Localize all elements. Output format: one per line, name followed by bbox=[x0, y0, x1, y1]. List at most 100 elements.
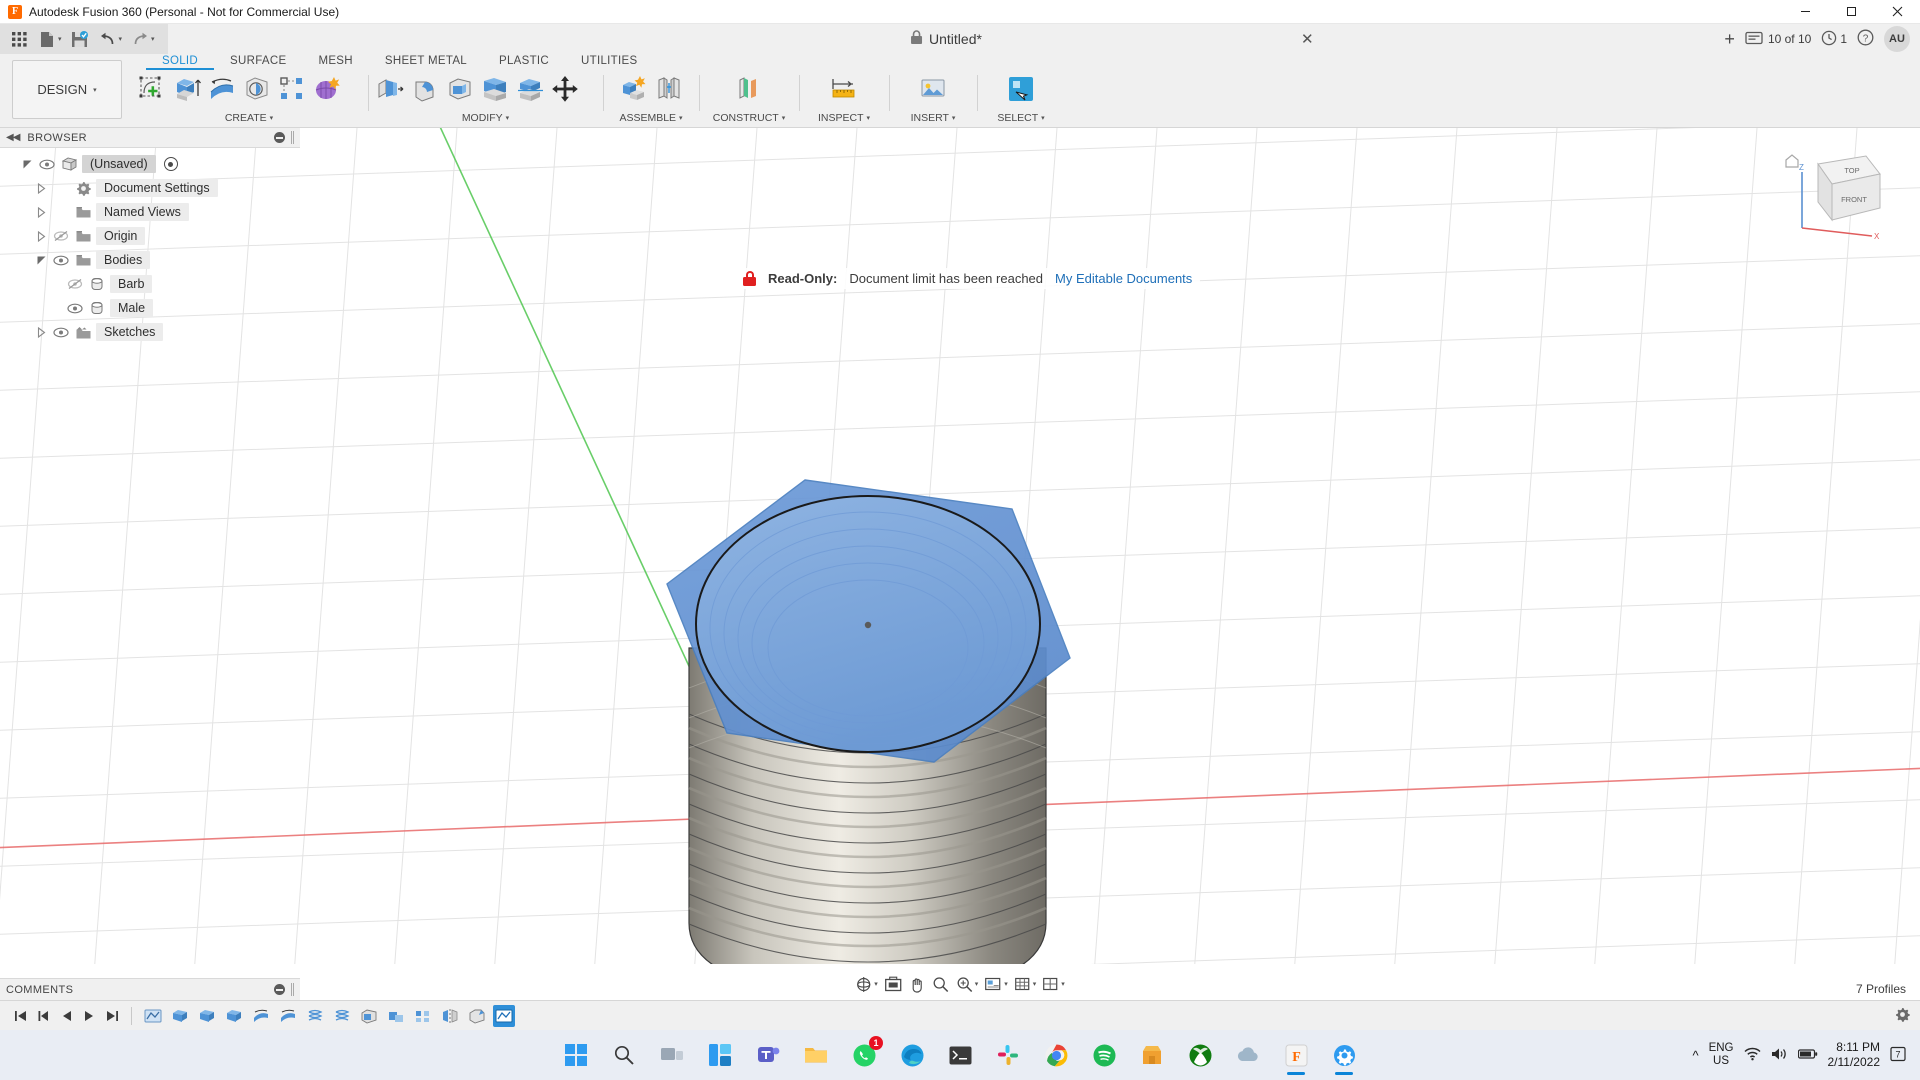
ribbon-tab-sheet-metal[interactable]: SHEET METAL bbox=[369, 54, 483, 68]
comments-panel-header[interactable]: COMMENTS bbox=[0, 978, 300, 1000]
timeline-feature-shell[interactable] bbox=[358, 1005, 380, 1027]
insert-mcmaster-icon[interactable] bbox=[916, 72, 950, 106]
redo-icon[interactable] bbox=[127, 27, 153, 51]
panel-resize-grip[interactable] bbox=[291, 131, 294, 144]
notifications-button[interactable]: 1 bbox=[1821, 30, 1847, 49]
orbit-icon[interactable]: ▾ bbox=[853, 972, 880, 996]
sweep-icon[interactable] bbox=[240, 72, 274, 106]
search-icon[interactable] bbox=[602, 1033, 646, 1077]
grid-caret-icon[interactable]: ▾ bbox=[1033, 980, 1037, 988]
ribbon-group-construct-label[interactable]: CONSTRUCT ▾ bbox=[699, 112, 799, 127]
edge-icon[interactable] bbox=[890, 1033, 934, 1077]
my-editable-documents-link[interactable]: My Editable Documents bbox=[1055, 271, 1192, 286]
timeline-feature-sketch[interactable] bbox=[142, 1005, 164, 1027]
visibility-eye-hidden-icon[interactable] bbox=[52, 229, 70, 243]
workspace-switcher[interactable]: DESIGN ▾ bbox=[12, 60, 122, 119]
visibility-eye-icon[interactable] bbox=[38, 157, 56, 171]
zoom-window-icon[interactable]: ▾ bbox=[954, 972, 981, 996]
ribbon-group-inspect-label[interactable]: INSPECT ▾ bbox=[799, 112, 889, 127]
help-icon[interactable]: ? bbox=[1857, 29, 1874, 49]
timeline-feature-coil-2[interactable] bbox=[331, 1005, 353, 1027]
skip-start-icon[interactable] bbox=[10, 1005, 30, 1027]
tree-item-named-views[interactable]: Named Views bbox=[0, 200, 300, 224]
timeline-feature-chamfer[interactable] bbox=[466, 1005, 488, 1027]
create-sketch-icon[interactable] bbox=[135, 72, 169, 106]
visibility-eye-icon[interactable] bbox=[52, 325, 70, 339]
step-back-icon[interactable] bbox=[33, 1005, 53, 1027]
select-icon[interactable] bbox=[1004, 72, 1038, 106]
new-document-caret-icon[interactable]: ▾ bbox=[58, 35, 62, 43]
play-forward-icon[interactable] bbox=[79, 1005, 99, 1027]
collapse-left-icon[interactable]: ◀◀ bbox=[6, 132, 19, 143]
play-back-icon[interactable] bbox=[56, 1005, 76, 1027]
tab-close-icon[interactable]: ✕ bbox=[1301, 30, 1314, 48]
timeline-feature-pattern[interactable] bbox=[412, 1005, 434, 1027]
tree-item-document-settings[interactable]: Document Settings bbox=[0, 176, 300, 200]
panel-resize-grip[interactable] bbox=[291, 983, 294, 996]
tray-chevron-up-icon[interactable]: ^ bbox=[1692, 1048, 1698, 1063]
expand-triangle-closed-icon[interactable] bbox=[34, 181, 48, 195]
expand-triangle-closed-icon[interactable] bbox=[34, 325, 48, 339]
move-copy-icon[interactable] bbox=[548, 72, 582, 106]
task-view-icon[interactable] bbox=[650, 1033, 694, 1077]
fit-icon[interactable] bbox=[882, 972, 904, 996]
ribbon-tab-solid[interactable]: SOLID bbox=[146, 54, 214, 70]
slack-icon[interactable] bbox=[986, 1033, 1030, 1077]
document-tab[interactable]: Untitled* bbox=[910, 30, 982, 48]
grid-snap-icon[interactable]: ▾ bbox=[1012, 972, 1039, 996]
new-document-icon[interactable] bbox=[34, 27, 60, 51]
minus-circle-icon[interactable] bbox=[274, 984, 285, 995]
expand-triangle-closed-icon[interactable] bbox=[34, 205, 48, 219]
shell-icon[interactable] bbox=[443, 72, 477, 106]
visibility-eye-icon[interactable] bbox=[66, 301, 84, 315]
extrude-icon[interactable] bbox=[170, 72, 204, 106]
ribbon-tab-plastic[interactable]: PLASTIC bbox=[483, 54, 565, 68]
activate-component-icon[interactable] bbox=[164, 157, 178, 171]
timeline-feature-coil-1[interactable] bbox=[304, 1005, 326, 1027]
start-icon[interactable] bbox=[554, 1033, 598, 1077]
battery-icon[interactable] bbox=[1798, 1048, 1818, 1063]
pattern-icon[interactable] bbox=[275, 72, 309, 106]
document-count[interactable]: 10 of 10 bbox=[1745, 31, 1811, 48]
ribbon-group-select-label[interactable]: SELECT ▾ bbox=[977, 112, 1065, 127]
terminal-icon[interactable] bbox=[938, 1033, 982, 1077]
undo-icon[interactable] bbox=[95, 27, 121, 51]
orbit-caret-icon[interactable]: ▾ bbox=[874, 980, 878, 988]
tree-item-origin[interactable]: Origin bbox=[0, 224, 300, 248]
viewports-icon[interactable]: ▾ bbox=[1040, 972, 1067, 996]
minimize-button[interactable] bbox=[1782, 0, 1828, 24]
file-explorer-icon[interactable] bbox=[794, 1033, 838, 1077]
ribbon-group-create-label[interactable]: CREATE ▾ bbox=[130, 112, 368, 127]
cloud-icon[interactable] bbox=[1226, 1033, 1270, 1077]
chrome-icon[interactable] bbox=[1034, 1033, 1078, 1077]
whatsapp-icon[interactable]: 1 bbox=[842, 1033, 886, 1077]
timeline-feature-mirror[interactable] bbox=[439, 1005, 461, 1027]
fusion360-icon[interactable]: F bbox=[1274, 1033, 1318, 1077]
add-tab-button[interactable]: + bbox=[1724, 29, 1735, 50]
new-component-icon[interactable] bbox=[617, 72, 651, 106]
viewport[interactable]: Read-Only: Document limit has been reach… bbox=[0, 128, 1920, 1000]
draft-icon[interactable] bbox=[478, 72, 512, 106]
split-body-icon[interactable] bbox=[513, 72, 547, 106]
timeline-feature-extrude-3[interactable] bbox=[223, 1005, 245, 1027]
press-pull-icon[interactable] bbox=[373, 72, 407, 106]
offset-plane-icon[interactable] bbox=[732, 72, 766, 106]
xbox-icon[interactable] bbox=[1178, 1033, 1222, 1077]
display-mode-icon[interactable]: ▾ bbox=[982, 972, 1010, 996]
skip-end-icon[interactable] bbox=[102, 1005, 122, 1027]
viewports-caret-icon[interactable]: ▾ bbox=[1061, 980, 1065, 988]
fillet-icon[interactable] bbox=[408, 72, 442, 106]
revolve-icon[interactable] bbox=[205, 72, 239, 106]
measure-icon[interactable] bbox=[827, 72, 861, 106]
ribbon-group-modify-label[interactable]: MODIFY ▾ bbox=[368, 112, 603, 127]
timeline-settings-gear-icon[interactable] bbox=[1895, 1007, 1910, 1025]
save-icon[interactable] bbox=[67, 27, 93, 51]
display-caret-icon[interactable]: ▾ bbox=[1004, 980, 1008, 988]
volume-icon[interactable] bbox=[1771, 1047, 1788, 1064]
widgets-icon[interactable] bbox=[698, 1033, 742, 1077]
grid-icon[interactable] bbox=[6, 27, 32, 51]
ribbon-tab-mesh[interactable]: MESH bbox=[302, 54, 368, 68]
pan-icon[interactable] bbox=[906, 972, 928, 996]
language-indicator[interactable]: ENG US bbox=[1709, 1042, 1734, 1068]
timeline-feature-revolve-1[interactable] bbox=[250, 1005, 272, 1027]
